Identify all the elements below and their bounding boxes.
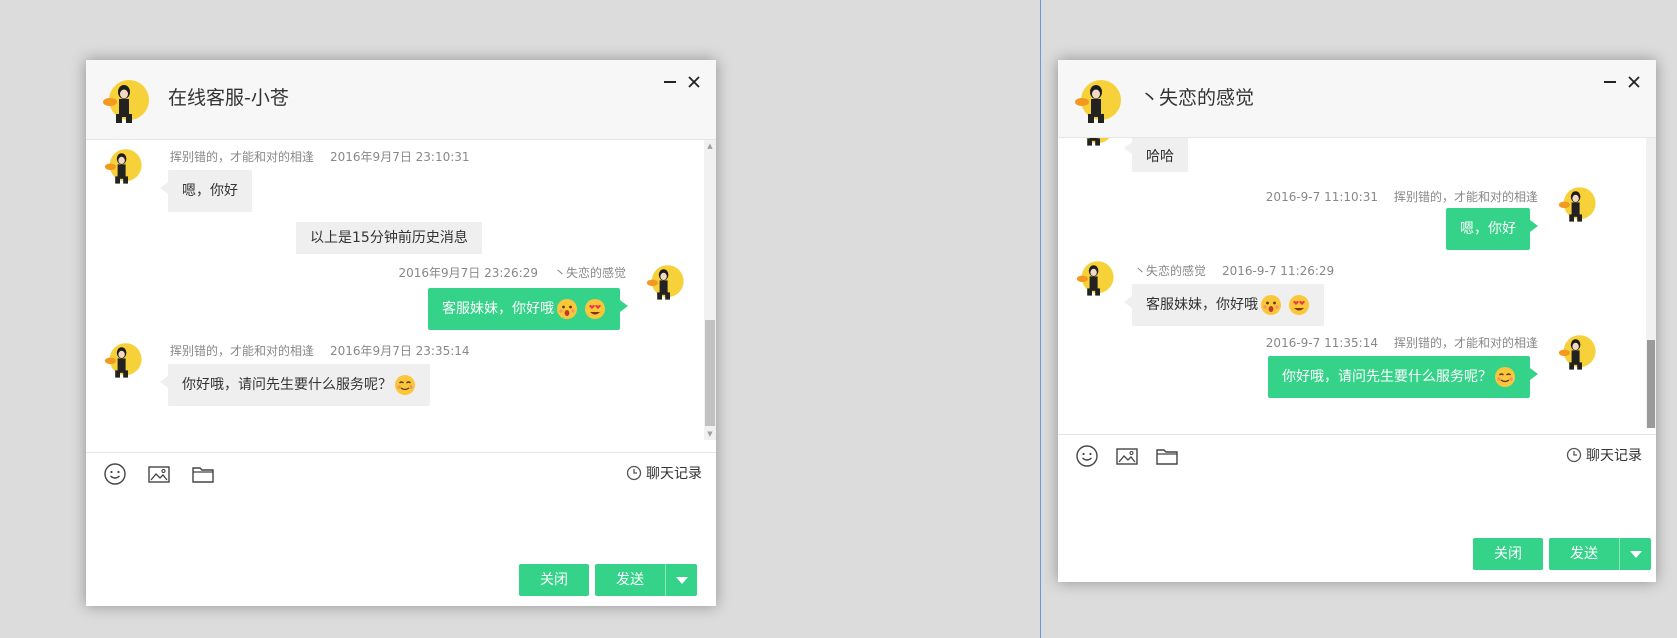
avatar-duck-icon — [104, 340, 144, 380]
image-icon[interactable] — [1114, 443, 1140, 469]
message-time: 2016-9-7 11:35:14 — [1265, 336, 1378, 350]
avatar-duck-icon — [646, 262, 686, 302]
chat-history-link[interactable]: 聊天记录 — [1566, 445, 1642, 465]
scroll-thumb[interactable] — [705, 320, 715, 426]
clock-icon — [1566, 447, 1582, 463]
sender-name: 挥别错的，才能和对的相逢 — [170, 150, 315, 164]
message-bubble-incoming: 哈哈 — [1124, 138, 1188, 172]
message-scrollbar[interactable] — [1646, 138, 1656, 428]
minimize-icon[interactable] — [660, 72, 680, 92]
message-meta: 挥别错的，才能和对的相逢 2016年9月7日 23:35:14 — [170, 342, 470, 359]
avatar-duck-icon — [1558, 332, 1598, 372]
message-meta: 2016-9-7 11:35:14 挥别错的，才能和对的相逢 — [1266, 334, 1538, 351]
blushing-face-emoji-icon — [1494, 366, 1516, 388]
image-icon[interactable] — [146, 461, 172, 487]
blushing-face-emoji-icon — [394, 374, 416, 396]
message-bubble-outgoing: 你好哦，请问先生要什么服务呢？ — [1268, 356, 1538, 398]
chat-window-right: 丶失恋的感觉 哈哈 2016-9-7 11:10:31 挥别错的，才能和对的相逢 … — [1058, 60, 1656, 582]
avatar-duck-icon — [1558, 184, 1598, 224]
avatar-duck-icon — [1076, 138, 1116, 148]
chat-history-link[interactable]: 聊天记录 — [626, 463, 702, 483]
message-input[interactable] — [1058, 478, 1656, 546]
send-button[interactable]: 发送 — [1549, 538, 1619, 570]
sender-name: 挥别错的，才能和对的相逢 — [1393, 190, 1538, 204]
message-text: 你好哦，请问先生要什么服务呢？ — [1282, 369, 1492, 385]
heart-eyes-emoji-icon — [1288, 294, 1310, 316]
message-text: 客服妹妹，你好哦 — [442, 301, 554, 317]
message-bubble-outgoing: 客服妹妹，你好哦 — [428, 288, 628, 330]
sender-name: 丶失恋的感觉 — [1134, 264, 1207, 278]
close-button[interactable]: 关闭 — [1473, 538, 1543, 570]
surprised-face-emoji-icon — [1260, 294, 1282, 316]
message-text: 客服妹妹，你好哦 — [1146, 297, 1258, 313]
message-meta: 2016-9-7 11:10:31 挥别错的，才能和对的相逢 — [1266, 188, 1538, 205]
message-meta: 2016年9月7日 23:26:29 丶失恋的感觉 — [398, 264, 626, 281]
chat-header: 丶失恋的感觉 — [1058, 60, 1656, 138]
emoji-icon[interactable] — [1074, 443, 1100, 469]
send-options-dropdown[interactable] — [1619, 538, 1651, 570]
message-time: 2016年9月7日 23:10:31 — [330, 150, 470, 164]
message-text: 你好哦，请问先生要什么服务呢？ — [182, 377, 392, 393]
minimize-icon[interactable] — [1600, 72, 1620, 92]
message-time: 2016年9月7日 23:26:29 — [398, 266, 538, 280]
chat-title: 在线客服-小苍 — [168, 87, 289, 109]
clock-icon — [626, 465, 642, 481]
message-time: 2016-9-7 11:26:29 — [1222, 264, 1335, 278]
sender-name: 丶失恋的感觉 — [553, 266, 626, 280]
scroll-thumb[interactable] — [1647, 340, 1655, 428]
message-meta: 挥别错的，才能和对的相逢 2016年9月7日 23:10:31 — [170, 148, 470, 165]
message-time: 2016年9月7日 23:35:14 — [330, 344, 470, 358]
avatar-duck-icon — [104, 146, 144, 186]
close-icon[interactable] — [684, 72, 704, 92]
message-time: 2016-9-7 11:10:31 — [1265, 190, 1378, 204]
close-icon[interactable] — [1624, 72, 1644, 92]
scroll-down-arrow-icon[interactable]: ▼ — [704, 428, 716, 440]
avatar-duck-icon — [1074, 76, 1124, 126]
message-bubble-incoming: 嗯，你好 — [160, 170, 252, 212]
close-button[interactable]: 关闭 — [519, 564, 589, 596]
message-input[interactable] — [86, 496, 716, 564]
folder-icon[interactable] — [1154, 443, 1180, 469]
message-bubble-outgoing: 嗯，你好 — [1446, 208, 1538, 250]
chat-title: 丶失恋的感觉 — [1140, 87, 1255, 109]
scroll-up-arrow-icon[interactable]: ▲ — [704, 140, 716, 152]
send-button[interactable]: 发送 — [595, 564, 665, 596]
chat-window-left: 在线客服-小苍 挥别错的，才能和对的相逢 2016年9月7日 23:10:31 嗯… — [86, 60, 716, 606]
history-divider-note: 以上是15分钟前历史消息 — [296, 222, 482, 254]
message-list[interactable]: 哈哈 2016-9-7 11:10:31 挥别错的，才能和对的相逢 嗯，你好 丶失… — [1058, 138, 1656, 428]
send-options-dropdown[interactable] — [665, 564, 697, 596]
message-list[interactable]: 挥别错的，才能和对的相逢 2016年9月7日 23:10:31 嗯，你好 以上是1… — [86, 140, 716, 440]
chat-header: 在线客服-小苍 — [86, 60, 716, 140]
input-toolbar: 聊天记录 — [1058, 434, 1656, 474]
avatar-duck-icon — [1076, 258, 1116, 298]
input-toolbar: 聊天记录 — [86, 452, 716, 492]
message-bubble-incoming: 你好哦，请问先生要什么服务呢？ — [160, 364, 430, 406]
avatar-duck-icon — [102, 76, 152, 126]
chat-history-label: 聊天记录 — [646, 466, 702, 482]
surprised-face-emoji-icon — [556, 298, 578, 320]
chat-history-label: 聊天记录 — [1586, 448, 1642, 464]
sender-name: 挥别错的，才能和对的相逢 — [1393, 336, 1538, 350]
message-meta: 丶失恋的感觉 2016-9-7 11:26:29 — [1134, 262, 1334, 279]
heart-eyes-emoji-icon — [584, 298, 606, 320]
message-scrollbar[interactable]: ▲ ▼ — [704, 140, 716, 440]
desktop-divider — [1040, 0, 1041, 638]
emoji-icon[interactable] — [102, 461, 128, 487]
message-bubble-incoming: 客服妹妹，你好哦 — [1124, 284, 1324, 326]
sender-name: 挥别错的，才能和对的相逢 — [170, 344, 315, 358]
folder-icon[interactable] — [190, 461, 216, 487]
